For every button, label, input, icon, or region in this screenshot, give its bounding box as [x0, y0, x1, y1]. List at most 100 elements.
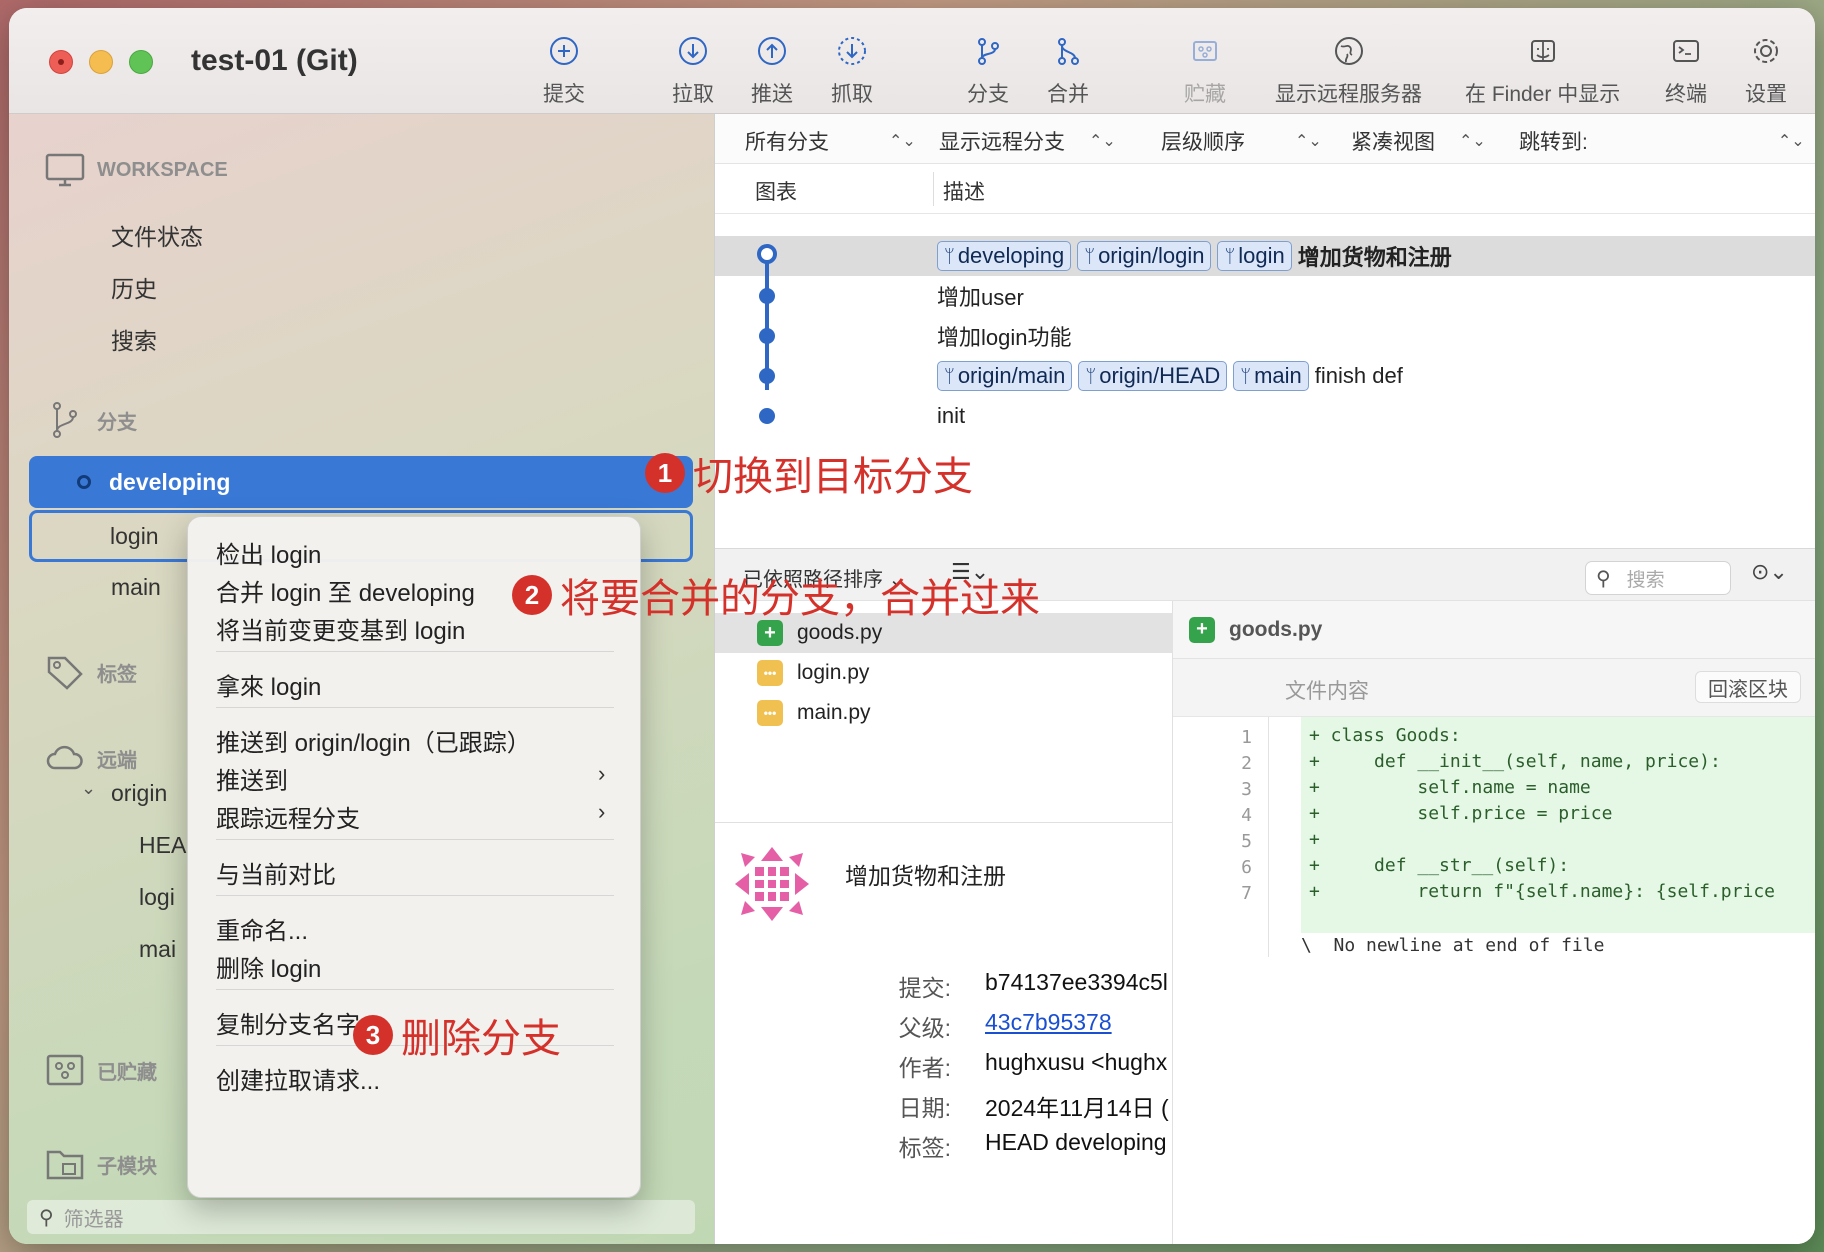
column-graph[interactable]: 图表 — [755, 176, 797, 206]
all-branches-select[interactable]: 所有分支 ⌃⌄ — [745, 126, 916, 156]
gear-icon — [1749, 34, 1783, 68]
window-title: test-01 (Git) — [191, 44, 358, 77]
menu-item-rename[interactable]: 重命名... — [216, 911, 308, 946]
branch-tag[interactable]: ᛘ origin/HEAD — [1078, 361, 1228, 391]
toolbar-commit-button[interactable]: 提交 — [543, 34, 585, 108]
annotation-3: 3 删除分支 — [353, 1006, 561, 1064]
menu-item-copy-name[interactable]: 复制分支名字 — [216, 1005, 360, 1040]
column-description[interactable]: 描述 — [943, 176, 985, 206]
toolbar-terminal-button[interactable]: 终端 — [1665, 34, 1707, 108]
search-icon: ⚲ — [1596, 567, 1611, 590]
monitor-icon — [45, 150, 85, 190]
menu-item-diff-current[interactable]: 与当前对比 — [216, 855, 336, 890]
menu-item-push-to[interactable]: 推送到 › — [216, 761, 605, 796]
jump-to-select[interactable]: 跳转到: ⌃⌄ — [1519, 126, 1805, 156]
sidebar-remote-main[interactable]: mai — [139, 936, 176, 963]
chevron-down-icon[interactable]: ⌄ — [81, 778, 96, 799]
branch-tag[interactable]: ᛘ login — [1217, 241, 1292, 271]
menu-item-rebase[interactable]: 将当前变更变基到 login — [216, 611, 465, 646]
commit-row[interactable]: ᛘ developing ᛘ origin/login ᛘ login 增加货物和注册 — [715, 236, 1815, 276]
toolbar-stash-button[interactable]: 贮藏 — [1184, 34, 1226, 108]
graph-node — [759, 288, 775, 304]
column-divider[interactable] — [933, 172, 934, 206]
toolbar-branch-button[interactable]: 分支 — [967, 34, 1009, 108]
sidebar-item-file-status[interactable]: 文件状态 — [111, 218, 203, 252]
file-search-input[interactable]: ⚲ 搜索 — [1585, 561, 1731, 595]
view-mode-select[interactable]: 紧凑视图 ⌃⌄ — [1351, 126, 1486, 156]
line-number: 7 — [1241, 883, 1252, 904]
graph-node — [759, 368, 775, 384]
branch-tag[interactable]: ᛘ origin/main — [937, 361, 1073, 391]
commit-parent-row: 父级: 43c7b95378 — [898, 1009, 1112, 1043]
rollback-hunk-button[interactable]: 回滚区块 — [1695, 671, 1801, 703]
sidebar-item-history[interactable]: 历史 — [111, 270, 157, 304]
line-number: 1 — [1241, 727, 1252, 748]
terminal-icon — [1669, 34, 1703, 68]
sidebar-branch-developing[interactable]: developing — [29, 456, 693, 508]
sidebar-section-submodules[interactable]: 子模块 — [45, 1144, 157, 1184]
order-select[interactable]: 层级顺序 ⌃⌄ — [1161, 126, 1322, 156]
menu-item-push-tracked[interactable]: 推送到 origin/login（已跟踪） — [216, 723, 531, 758]
menu-item-delete[interactable]: 删除 login — [216, 949, 321, 984]
commit-row[interactable]: 增加user — [715, 276, 1815, 316]
branch-icon: ᛘ — [1084, 245, 1096, 266]
menu-item-merge[interactable]: 合并 login 至 developing — [216, 573, 475, 608]
sidebar-section-remotes[interactable]: 远端 — [45, 738, 137, 778]
file-row[interactable]: ••• login.py — [715, 653, 1173, 693]
close-window-button[interactable] — [49, 50, 73, 74]
toolbar-show-in-finder-button[interactable]: 在 Finder 中显示 — [1465, 34, 1620, 108]
branch-icon: ᛘ — [944, 365, 955, 386]
menu-item-pull[interactable]: 拿來 login — [216, 667, 321, 702]
sidebar-section-branches[interactable]: 分支 — [45, 400, 137, 440]
graph-node — [759, 408, 775, 424]
sidebar-filter-input[interactable]: ⚲ 筛选器 — [27, 1200, 695, 1234]
commit-row[interactable]: 增加login功能 — [715, 316, 1815, 356]
menu-item-track-remote[interactable]: 跟踪远程分支 › — [216, 799, 605, 834]
sidebar-item-search[interactable]: 搜索 — [111, 322, 157, 356]
finder-icon — [1526, 34, 1560, 68]
commit-row[interactable]: ᛘ origin/main ᛘ origin/HEAD ᛘ main finish d… — [715, 356, 1815, 396]
line-number: 2 — [1241, 753, 1252, 774]
branch-tag[interactable]: ᛘ developing — [937, 241, 1072, 271]
avatar — [731, 843, 813, 925]
commit-message: init — [937, 403, 966, 428]
toolbar-fetch-button[interactable]: 抓取 — [831, 34, 873, 108]
more-options-icon[interactable]: ⊙⌄ — [1751, 559, 1788, 585]
sidebar-section-tags[interactable]: 标签 — [45, 652, 137, 692]
annotation-number: 2 — [512, 575, 552, 615]
branch-tag[interactable]: ᛘ origin/login — [1077, 241, 1212, 271]
branch-tag[interactable]: ᛘ main — [1233, 361, 1309, 391]
toolbar-pull-button[interactable]: 拉取 — [672, 34, 714, 108]
tag-icon — [45, 652, 85, 692]
toolbar-settings-button[interactable]: 设置 — [1745, 34, 1787, 108]
sidebar-remote-head[interactable]: HEA — [139, 832, 186, 859]
code-line: + def __str__(self): — [1309, 855, 1570, 876]
annotation-1: 1 切换到目标分支 — [645, 444, 973, 502]
show-remote-branches-select[interactable]: 显示远程分支 ⌃⌄ — [939, 126, 1116, 156]
lower-pane: 已依照路径排序 ⌄ ☰⌄ ⚲ 搜索 ⊙⌄ + goods.py ••• logi… — [715, 548, 1815, 1244]
globe-icon — [1332, 34, 1366, 68]
code-line: + — [1309, 829, 1320, 850]
app-window: test-01 (Git) 提交 拉取 推送 抓取 分支 合并 贮藏 显示远程服… — [9, 8, 1815, 1244]
branch-icon: ᛘ — [1224, 245, 1236, 266]
sidebar-branch-main[interactable]: main — [111, 574, 161, 601]
menu-item-create-pr[interactable]: 创建拉取请求... — [216, 1061, 380, 1096]
minimize-window-button[interactable] — [89, 50, 113, 74]
toolbar-show-remote-button[interactable]: 显示远程服务器 — [1275, 34, 1422, 108]
menu-item-checkout[interactable]: 检出 login — [216, 535, 321, 570]
parent-commit-link[interactable]: 43c7b95378 — [985, 1009, 1112, 1043]
sidebar-remote-login[interactable]: logi — [139, 884, 175, 911]
code-line: + def __init__(self, name, price): — [1309, 751, 1721, 772]
zoom-window-button[interactable] — [129, 50, 153, 74]
branch-icon: ᛘ — [1240, 365, 1252, 386]
sidebar-remote-origin[interactable]: origin — [111, 780, 167, 807]
sidebar-section-stashes[interactable]: 已贮藏 — [45, 1050, 157, 1090]
file-row[interactable]: ••• main.py — [715, 693, 1173, 733]
sidebar-section-workspace[interactable]: WORKSPACE — [45, 150, 228, 190]
toolbar-merge-button[interactable]: 合并 — [1047, 34, 1089, 108]
annotation-text: 删除分支 — [401, 1017, 561, 1061]
commit-row[interactable]: init — [715, 396, 1815, 436]
diff-added-lines: + class Goods: + def __init__(self, name… — [1301, 717, 1815, 933]
arrow-down-circle-icon — [676, 34, 710, 68]
toolbar-push-button[interactable]: 推送 — [751, 34, 793, 108]
